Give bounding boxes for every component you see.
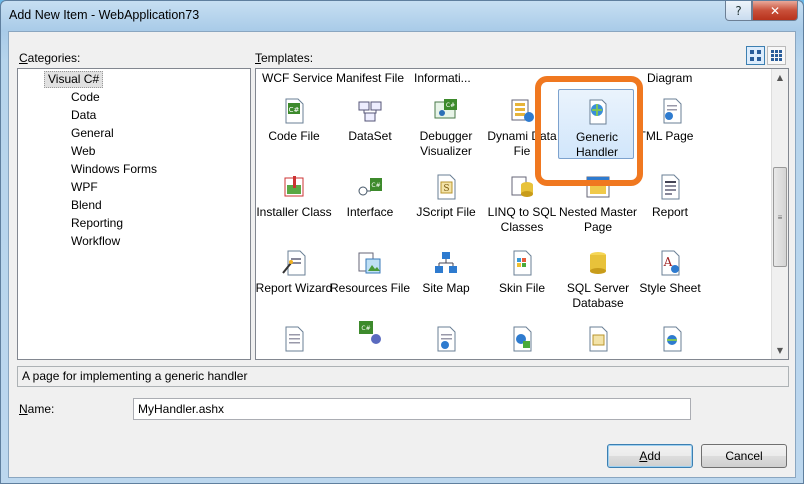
close-icon: ✕ bbox=[769, 3, 781, 18]
template-style-sheet[interactable]: A Style Sheet bbox=[632, 241, 708, 311]
categories-tree[interactable]: Visual C# Code Data General Web Windows … bbox=[17, 68, 251, 360]
large-icons-icon bbox=[750, 50, 761, 61]
code-file-icon: C# bbox=[285, 98, 304, 124]
template-label: Style Sheet bbox=[639, 281, 701, 295]
template-web-form-icon[interactable] bbox=[508, 325, 536, 353]
resources-file-icon bbox=[358, 252, 381, 274]
templates-scrollbar[interactable]: ▲ ≡ ▼ bbox=[771, 69, 788, 359]
template-web-service-icon[interactable] bbox=[658, 325, 686, 353]
jscript-file-icon: S bbox=[437, 174, 456, 200]
categories-label: Categories: bbox=[19, 51, 81, 65]
template-report-wizard[interactable]: Report Wizard bbox=[256, 241, 332, 311]
linq-to-sql-icon bbox=[511, 176, 533, 197]
category-reporting[interactable]: Reporting bbox=[68, 215, 126, 232]
template-dataset[interactable]: DataSet bbox=[332, 89, 408, 159]
template-label: Site Map bbox=[422, 281, 470, 295]
interface-icon: C# bbox=[358, 178, 382, 196]
templates-list[interactable]: WCF Service Manifest File Informati... D… bbox=[255, 68, 789, 360]
title-bar[interactable]: Add New Item - WebApplication73 ? ✕ bbox=[1, 1, 803, 31]
close-button[interactable]: ✕ bbox=[752, 1, 798, 21]
svg-text:C#: C# bbox=[289, 106, 300, 114]
dialog-body: Categories: Templates: Visual C# Code Da… bbox=[8, 31, 796, 478]
svg-text:S: S bbox=[443, 184, 449, 194]
template-manifest-file[interactable]: Manifest File bbox=[336, 71, 404, 85]
category-general[interactable]: General bbox=[68, 125, 117, 142]
debugger-visualizer-icon: C# bbox=[434, 99, 457, 119]
svg-text:C#: C# bbox=[361, 325, 370, 332]
template-label: Installer Class bbox=[256, 205, 332, 219]
template-label: Resources File bbox=[329, 281, 411, 295]
template-xslt-file-icon[interactable] bbox=[584, 325, 612, 353]
help-button[interactable]: ? bbox=[725, 1, 752, 21]
cancel-button[interactable]: Cancel bbox=[701, 444, 787, 468]
template-resources-file[interactable]: Resources File bbox=[330, 241, 410, 311]
template-wcf-service[interactable]: WCF Service bbox=[262, 71, 333, 85]
template-debugger-visualizer[interactable]: C# Debugger Visualizer bbox=[408, 89, 484, 159]
site-map-icon bbox=[435, 252, 457, 273]
category-workflow[interactable]: Workflow bbox=[68, 233, 123, 250]
scroll-down-arrow-icon[interactable]: ▼ bbox=[772, 342, 788, 359]
small-icons-view-button[interactable] bbox=[767, 46, 786, 65]
report-icon bbox=[661, 174, 680, 200]
svg-text:C#: C# bbox=[446, 102, 455, 109]
template-label: JScript File bbox=[416, 205, 476, 219]
template-report[interactable]: Report bbox=[632, 165, 708, 235]
template-text-template-icon[interactable] bbox=[432, 325, 460, 353]
name-input[interactable] bbox=[133, 398, 691, 420]
dynamic-data-field-icon bbox=[511, 99, 534, 122]
template-label: Interface bbox=[346, 205, 394, 219]
template-text-file-icon[interactable] bbox=[280, 325, 308, 353]
template-code-file[interactable]: C# Code File bbox=[256, 89, 332, 159]
highlight-annotation bbox=[535, 76, 643, 186]
template-label: LINQ to SQL Classes bbox=[487, 205, 557, 234]
template-label: DataSet bbox=[348, 129, 392, 143]
template-description: A page for implementing a generic handle… bbox=[17, 366, 789, 387]
sql-database-icon bbox=[590, 252, 606, 274]
window-title: Add New Item - WebApplication73 bbox=[9, 8, 200, 22]
template-sql-server-database[interactable]: SQL Server Database bbox=[560, 241, 636, 311]
template-html-page[interactable]: TML Page bbox=[634, 89, 710, 159]
skin-file-icon bbox=[513, 250, 532, 276]
svg-text:A: A bbox=[663, 255, 673, 269]
templates-label: Templates: bbox=[255, 51, 314, 65]
template-information[interactable]: Informati... bbox=[414, 71, 471, 85]
html-page-icon bbox=[663, 98, 682, 124]
template-wcf-class-icon[interactable]: C# bbox=[356, 319, 384, 347]
category-wpf[interactable]: WPF bbox=[68, 179, 101, 196]
scroll-thumb[interactable]: ≡ bbox=[773, 167, 787, 267]
installer-class-icon bbox=[284, 176, 304, 197]
category-blend[interactable]: Blend bbox=[68, 197, 105, 214]
template-interface[interactable]: C# Interface bbox=[332, 165, 408, 235]
template-label: Skin File bbox=[498, 281, 545, 295]
template-label: Code File bbox=[268, 129, 320, 143]
template-label: Report Wizard bbox=[255, 281, 333, 295]
scroll-up-arrow-icon[interactable]: ▲ bbox=[772, 69, 788, 86]
template-installer-class[interactable]: Installer Class bbox=[256, 165, 332, 235]
style-sheet-icon: A bbox=[661, 250, 680, 276]
category-code[interactable]: Code bbox=[68, 89, 103, 106]
report-wizard-icon bbox=[282, 250, 306, 276]
add-button[interactable]: Add bbox=[607, 444, 693, 468]
category-windows-forms[interactable]: Windows Forms bbox=[68, 161, 160, 178]
dialog-window: Add New Item - WebApplication73 ? ✕ Cate… bbox=[0, 0, 804, 484]
template-site-map[interactable]: Site Map bbox=[408, 241, 484, 311]
category-visual-csharp[interactable]: Visual C# bbox=[44, 71, 104, 88]
dataset-icon bbox=[358, 101, 382, 122]
template-skin-file[interactable]: Skin File bbox=[484, 241, 560, 311]
template-jscript-file[interactable]: S JScript File bbox=[408, 165, 484, 235]
name-label: Name: bbox=[19, 402, 55, 416]
svg-text:C#: C# bbox=[371, 182, 380, 189]
small-icons-icon bbox=[771, 50, 782, 61]
template-diagram[interactable]: Diagram bbox=[647, 71, 692, 85]
template-label: Debugger Visualizer bbox=[419, 129, 473, 158]
large-icons-view-button[interactable] bbox=[746, 46, 765, 65]
category-data[interactable]: Data bbox=[68, 107, 99, 124]
help-icon: ? bbox=[735, 3, 742, 18]
category-web[interactable]: Web bbox=[68, 143, 98, 160]
template-label: Report bbox=[651, 205, 689, 219]
